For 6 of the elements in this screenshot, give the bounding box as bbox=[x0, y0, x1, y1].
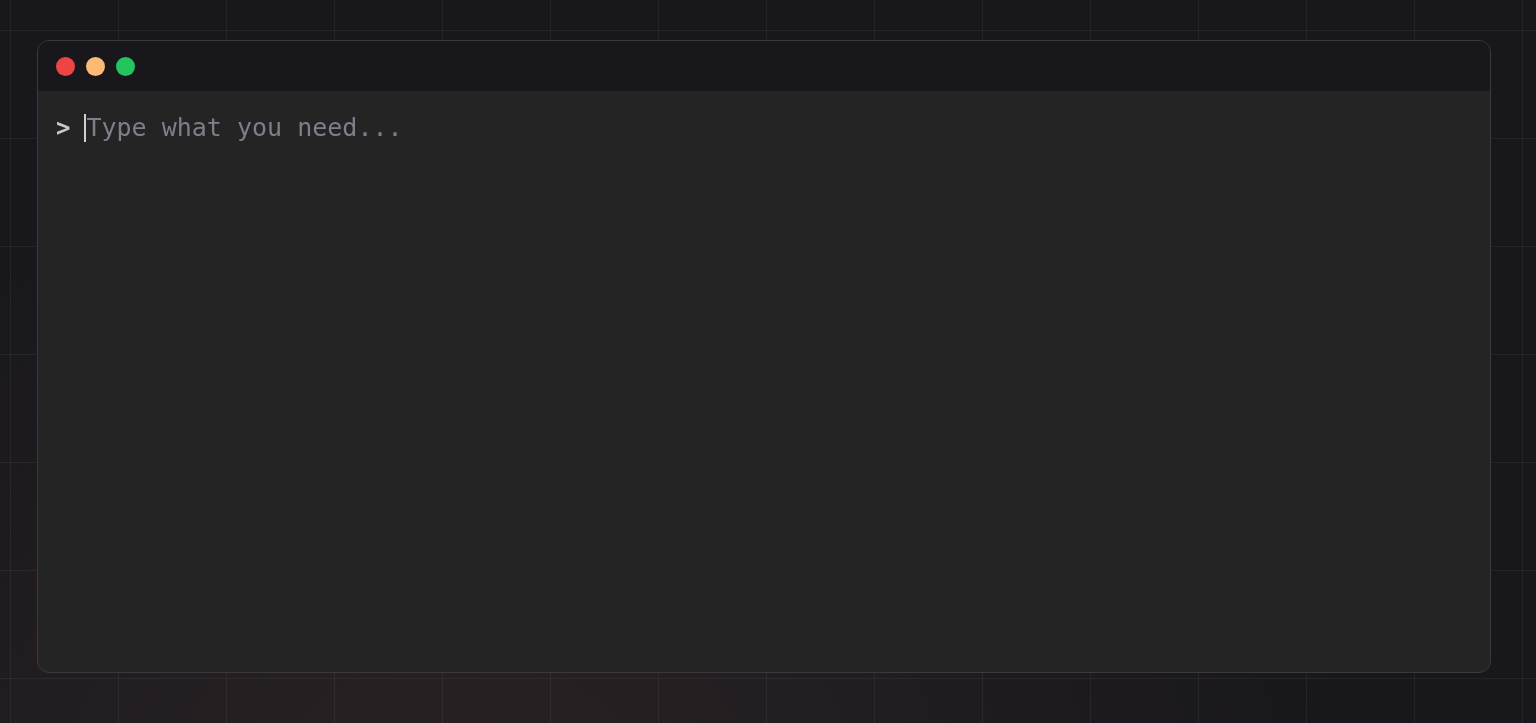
command-input[interactable]: Type what you need... bbox=[86, 113, 1472, 142]
window-control-button[interactable] bbox=[116, 56, 135, 76]
text-cursor bbox=[84, 113, 87, 142]
window-control-button[interactable] bbox=[56, 56, 75, 76]
window-control-button[interactable] bbox=[86, 56, 105, 76]
prompt-symbol: > bbox=[56, 113, 71, 142]
